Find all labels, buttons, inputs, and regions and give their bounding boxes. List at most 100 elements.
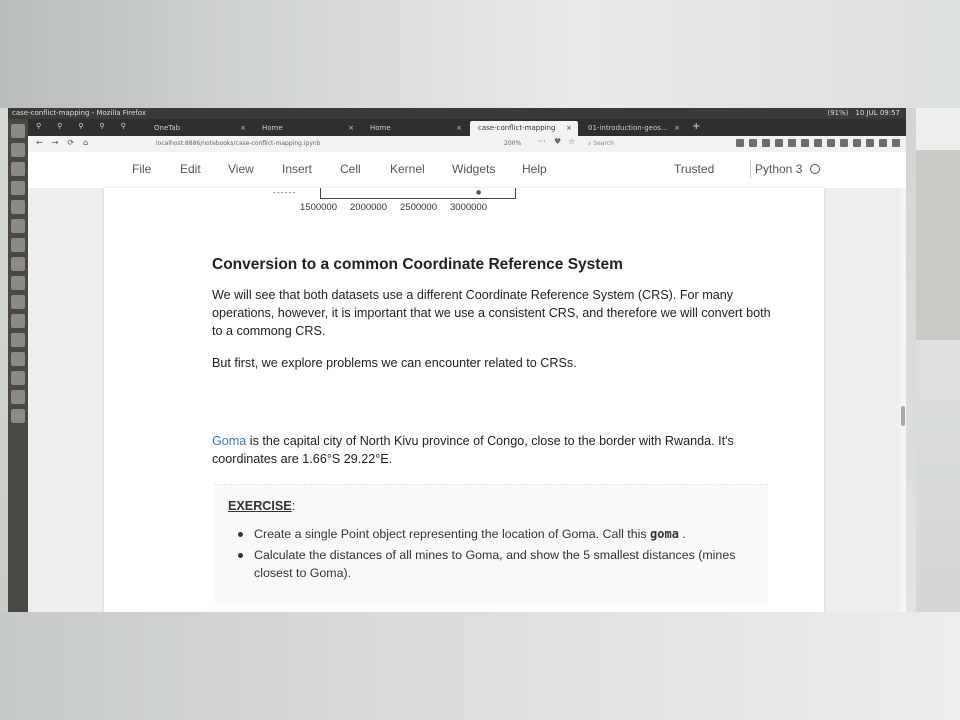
launcher-app-icon[interactable] <box>11 143 25 157</box>
new-tab-button[interactable]: + <box>692 121 700 132</box>
paragraph-crs: We will see that both datasets use a dif… <box>212 288 771 338</box>
launcher-app-icon[interactable] <box>11 257 25 271</box>
battery-indicator[interactable]: (91%) <box>827 108 848 119</box>
pin-icon[interactable]: ⚲ <box>57 122 62 130</box>
menu-separator <box>750 160 751 178</box>
launcher-app-icon[interactable] <box>11 314 25 328</box>
bookmark-star-icon[interactable]: ☆ <box>568 137 575 146</box>
exercise-colon: : <box>291 499 296 513</box>
kernel-status-icon <box>810 164 820 174</box>
extension-icon[interactable] <box>827 139 835 147</box>
extension-icon[interactable] <box>801 139 809 147</box>
pin-icon[interactable]: ⚲ <box>36 122 41 130</box>
browser-tab[interactable]: OneTab × <box>146 121 252 136</box>
launcher-app-icon[interactable] <box>11 219 25 233</box>
pin-icon[interactable]: ⚲ <box>78 122 83 130</box>
exercise-title: EXERCISE: <box>228 499 295 513</box>
library-icon[interactable] <box>749 139 757 147</box>
notebook-page: ------ ● 1500000 2000000 2500000 3000000… <box>104 188 824 612</box>
url-text: localhost:8886/notebooks/case-conflict-m… <box>156 140 321 147</box>
search-input[interactable]: ⌕ Search <box>588 138 738 149</box>
close-icon[interactable]: × <box>240 121 246 136</box>
x-tick-label: 2000000 <box>350 202 387 213</box>
screen: case-conflict-mapping - Mozilla Firefox … <box>8 108 906 612</box>
extension-icon[interactable] <box>814 139 822 147</box>
x-tick-label: 3000000 <box>450 202 487 213</box>
launcher-app-icon[interactable] <box>11 276 25 290</box>
close-icon[interactable]: × <box>566 121 572 136</box>
x-tick-label: 2500000 <box>400 202 437 213</box>
exercise-list: Create a single Point object representin… <box>228 525 748 585</box>
extension-icon[interactable] <box>788 139 796 147</box>
launcher-app-icon[interactable] <box>11 162 25 176</box>
extension-icon[interactable] <box>879 139 887 147</box>
goma-link[interactable]: Goma <box>212 434 246 448</box>
inline-code: goma <box>650 527 679 541</box>
extension-icon[interactable] <box>853 139 861 147</box>
launcher-app-icon[interactable] <box>11 295 25 309</box>
downloads-icon[interactable] <box>736 139 744 147</box>
launcher-app-icon[interactable] <box>11 333 25 347</box>
tab-label: Home <box>262 124 283 132</box>
legend-dashes: ------ <box>273 188 297 197</box>
zoom-level[interactable]: 200% <box>504 138 521 149</box>
extension-icon[interactable] <box>840 139 848 147</box>
menu-help[interactable]: Help <box>522 162 547 176</box>
menu-file[interactable]: File <box>132 162 151 176</box>
menu-widgets[interactable]: Widgets <box>452 162 495 176</box>
close-icon[interactable]: × <box>456 121 462 136</box>
scrollbar-thumb[interactable] <box>901 406 905 426</box>
launcher-app-icon[interactable] <box>11 200 25 214</box>
pin-icon[interactable]: ⚲ <box>99 122 104 130</box>
launcher-app-icon[interactable] <box>11 390 25 404</box>
launcher-dash-icon[interactable] <box>11 124 25 138</box>
item-text: Calculate the distances of all mines to … <box>254 548 736 580</box>
window-title: case-conflict-mapping - Mozilla Firefox <box>12 109 146 117</box>
extension-icon[interactable] <box>866 139 874 147</box>
forward-icon[interactable]: → <box>52 138 59 147</box>
browser-nav-bar: ← → ⟳ ⌂ localhost:8886/notebooks/case-co… <box>28 136 906 153</box>
browser-tab[interactable]: 01-introduction-geos... × <box>580 121 686 136</box>
menu-icon[interactable] <box>892 139 900 147</box>
background-bottom <box>0 612 960 720</box>
browser-tab[interactable]: Home × <box>254 121 360 136</box>
clock[interactable]: 10 JUL 09:57 <box>855 108 900 119</box>
x-tick-label: 1500000 <box>300 202 337 213</box>
launcher-app-icon[interactable] <box>11 238 25 252</box>
section-heading: Conversion to a common Coordinate Refere… <box>212 256 623 273</box>
tab-label: case-conflict-mapping <box>478 124 556 132</box>
background-right-strip <box>916 150 960 340</box>
close-icon[interactable]: × <box>674 121 680 136</box>
plot-marker: ● <box>476 189 482 196</box>
browser-tab-active[interactable]: case-conflict-mapping × <box>470 121 578 136</box>
page-actions-icon[interactable]: ··· <box>538 137 546 146</box>
back-icon[interactable]: ← <box>36 138 43 147</box>
kernel-name[interactable]: Python 3 <box>755 162 802 176</box>
sidebar-icon[interactable] <box>762 139 770 147</box>
app-launcher <box>8 119 28 612</box>
launcher-app-icon[interactable] <box>11 181 25 195</box>
scrollbar[interactable] <box>900 188 906 612</box>
launcher-app-icon[interactable] <box>11 371 25 385</box>
pocket-icon[interactable]: ♥ <box>554 137 561 146</box>
item-text-end: . <box>678 527 686 541</box>
browser-tab-bar: ⚲ ⚲ ⚲ ⚲ ⚲ OneTab × Home × Home × case-confl… <box>28 119 906 136</box>
browser-tab[interactable]: Home × <box>362 121 468 136</box>
extension-icon[interactable] <box>775 139 783 147</box>
bullet <box>238 553 243 558</box>
menu-view[interactable]: View <box>228 162 254 176</box>
launcher-app-icon[interactable] <box>11 352 25 366</box>
menu-edit[interactable]: Edit <box>180 162 201 176</box>
pinned-icons: ⚲ ⚲ ⚲ ⚲ ⚲ <box>36 122 126 130</box>
menu-kernel[interactable]: Kernel <box>390 162 425 176</box>
home-icon[interactable]: ⌂ <box>83 138 88 147</box>
background-top <box>0 0 960 108</box>
menu-cell[interactable]: Cell <box>340 162 361 176</box>
reload-icon[interactable]: ⟳ <box>67 138 74 147</box>
pin-icon[interactable]: ⚲ <box>121 122 126 130</box>
bullet <box>238 532 243 537</box>
trusted-indicator[interactable]: Trusted <box>674 162 714 176</box>
menu-insert[interactable]: Insert <box>282 162 312 176</box>
launcher-trash-icon[interactable] <box>11 409 25 423</box>
close-icon[interactable]: × <box>348 121 354 136</box>
